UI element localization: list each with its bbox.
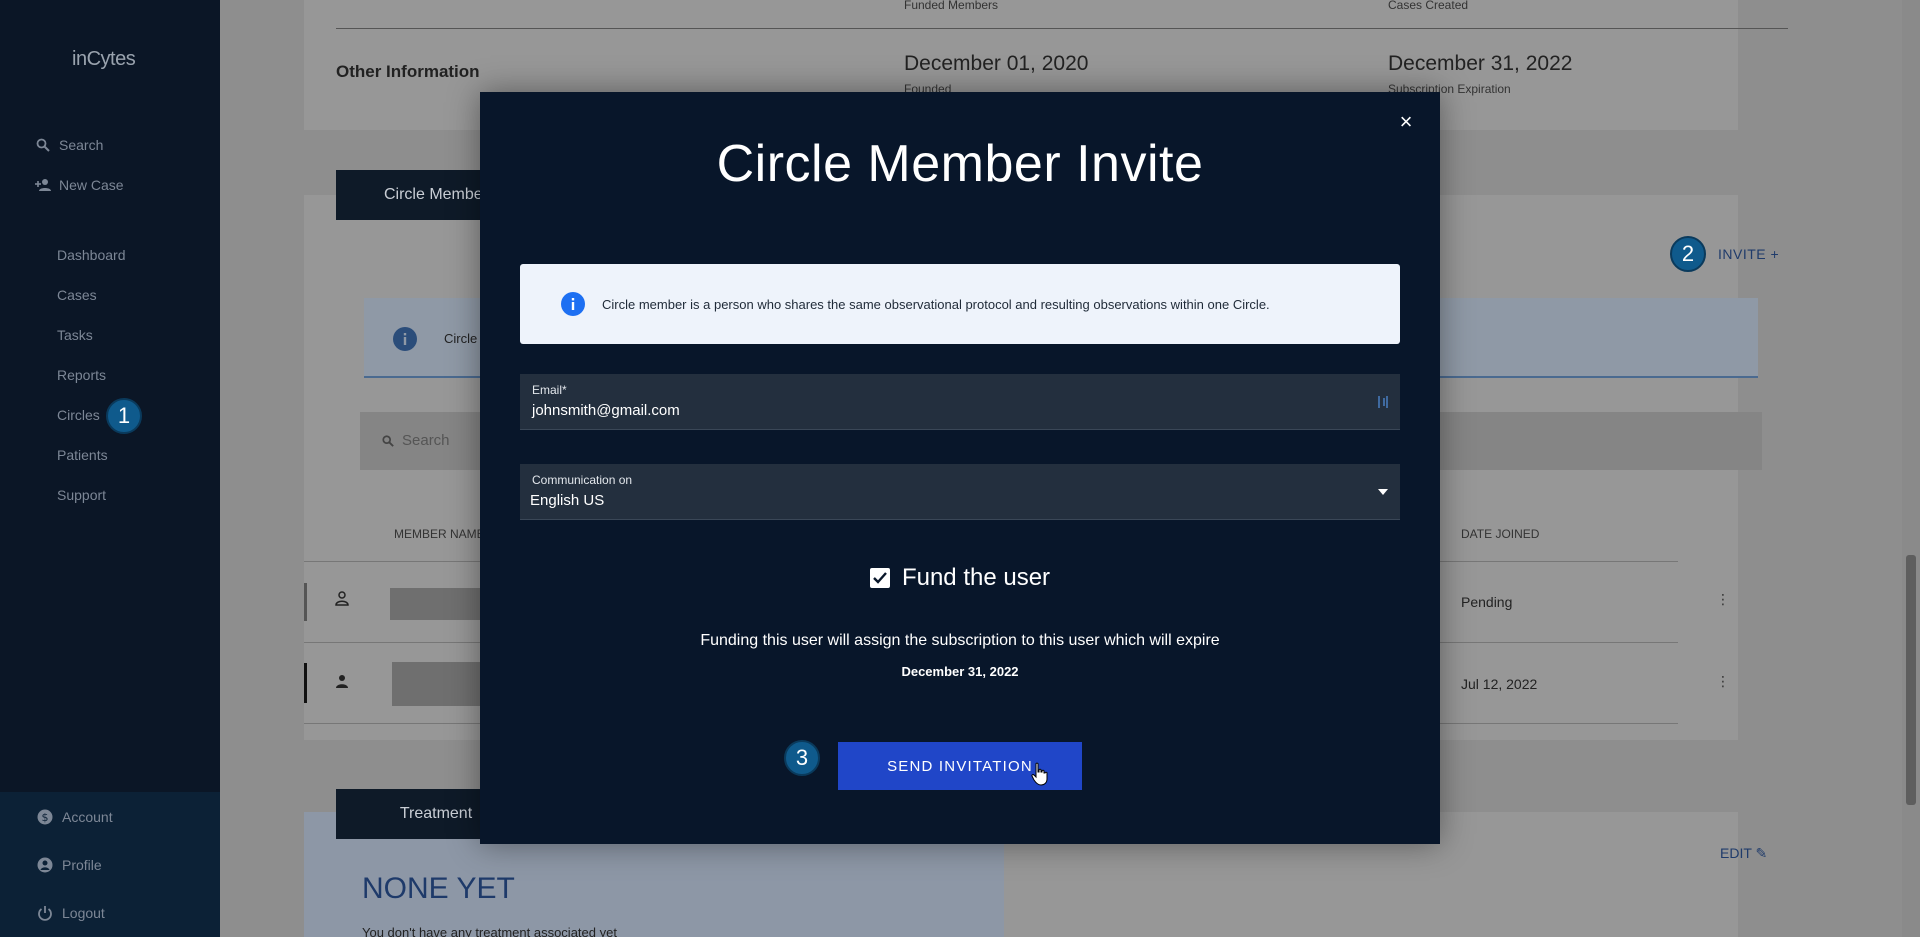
funded-members-label: Funded Members (904, 0, 999, 12)
row2-date-joined: Jul 12, 2022 (1461, 676, 1538, 692)
row1-more-icon[interactable]: ⋮ (1716, 591, 1730, 608)
member-name-redacted-2 (392, 662, 482, 706)
members-info-text: Circle (444, 331, 478, 346)
sidebar-profile-label: Profile (62, 857, 102, 873)
cases-created-label: Cases Created (1388, 0, 1469, 12)
col-date-joined: DATE JOINED (1461, 527, 1540, 541)
person-icon (336, 675, 348, 688)
sidebar-search-label: Search (59, 137, 104, 153)
fund-note: Funding this user will assign the subscr… (700, 632, 1220, 649)
sidebar-new-case-label: New Case (59, 177, 124, 193)
sidebar: inCytes Search New Case Dashboard Cases … (0, 0, 220, 937)
person-outline-icon (335, 591, 349, 606)
plus-icon: + (1770, 246, 1780, 262)
member-name-redacted (390, 588, 480, 620)
sidebar-item-dashboard[interactable]: Dashboard (57, 247, 126, 263)
expiration-date: December 31, 2022 (1388, 52, 1573, 75)
sidebar-item-cases[interactable]: Cases (57, 287, 97, 303)
info-icon (561, 292, 585, 316)
communication-select[interactable]: Communication on English US (520, 464, 1400, 520)
sidebar-item-profile[interactable]: Profile (36, 856, 102, 874)
modal-info-banner: Circle member is a person who shares the… (520, 264, 1400, 344)
invite-label: INVITE (1718, 246, 1767, 262)
pencil-icon: ✎ (1755, 845, 1768, 861)
dollar-icon: $ (36, 808, 54, 826)
sidebar-item-circles[interactable]: Circles (57, 407, 100, 423)
fund-user-label: Fund the user (901, 564, 1051, 591)
scrollbar[interactable] (1902, 0, 1920, 937)
info-icon (393, 327, 417, 351)
sidebar-bottom: $ Account Profile Logout (0, 792, 220, 937)
fund-user-row[interactable]: Fund the user (480, 564, 1440, 592)
edit-label: EDIT (1720, 845, 1752, 861)
sidebar-account-label: Account (62, 809, 113, 825)
sidebar-search[interactable]: Search (34, 136, 103, 154)
power-icon (36, 904, 54, 922)
autofill-icon (1378, 396, 1388, 408)
user-circle-icon (36, 856, 54, 874)
member-search-placeholder: Search (402, 432, 450, 449)
row2-more-icon[interactable]: ⋮ (1716, 673, 1730, 690)
sidebar-item-reports[interactable]: Reports (57, 367, 106, 383)
modal-info-text: Circle member is a person who shares the… (602, 296, 1270, 312)
other-information-heading: Other Information (336, 62, 480, 81)
search-icon (34, 136, 52, 154)
fund-user-checkbox[interactable] (869, 568, 890, 588)
no-treatment-text: You don't have any treatment associated … (362, 925, 617, 937)
sidebar-item-account[interactable]: $ Account (36, 808, 113, 826)
sidebar-item-logout[interactable]: Logout (36, 904, 105, 922)
step-badge-3: 3 (784, 740, 820, 776)
sidebar-logout-label: Logout (62, 905, 105, 921)
sidebar-item-support[interactable]: Support (57, 487, 106, 503)
invite-modal: × Circle Member Invite Circle member is … (480, 92, 1440, 844)
communication-label: Communication on (532, 473, 633, 487)
founded-date: December 01, 2020 (904, 52, 1089, 75)
step-badge-1: 1 (106, 398, 142, 434)
hand-cursor-icon (1031, 762, 1048, 786)
email-field[interactable]: Email* johnsmith@gmail.com (520, 374, 1400, 430)
col-member-name: MEMBER NAME (394, 527, 485, 541)
dropdown-arrow-icon (1378, 489, 1388, 495)
check-icon (873, 572, 887, 584)
sidebar-item-tasks[interactable]: Tasks (57, 327, 93, 343)
step-badge-2: 2 (1670, 236, 1706, 272)
email-label: Email* (532, 383, 567, 397)
communication-value: English US (530, 492, 605, 509)
edit-button[interactable]: EDIT ✎ (1720, 845, 1767, 862)
app-logo: inCytes (72, 48, 136, 70)
invite-button[interactable]: INVITE + (1718, 246, 1779, 262)
none-yet-heading: NONE YET (362, 872, 515, 905)
fund-expiry-date: December 31, 2022 (901, 664, 1019, 679)
search-icon (382, 435, 394, 447)
sidebar-new-case[interactable]: New Case (34, 176, 124, 194)
modal-title: Circle Member Invite (716, 135, 1204, 193)
row1-date-joined: Pending (1461, 594, 1513, 610)
add-person-icon (34, 176, 52, 194)
sidebar-item-patients[interactable]: Patients (57, 447, 108, 463)
email-value: johnsmith@gmail.com (532, 402, 680, 419)
scrollbar-thumb[interactable] (1906, 555, 1916, 805)
svg-text:$: $ (42, 811, 49, 824)
close-icon[interactable]: × (1394, 109, 1418, 134)
